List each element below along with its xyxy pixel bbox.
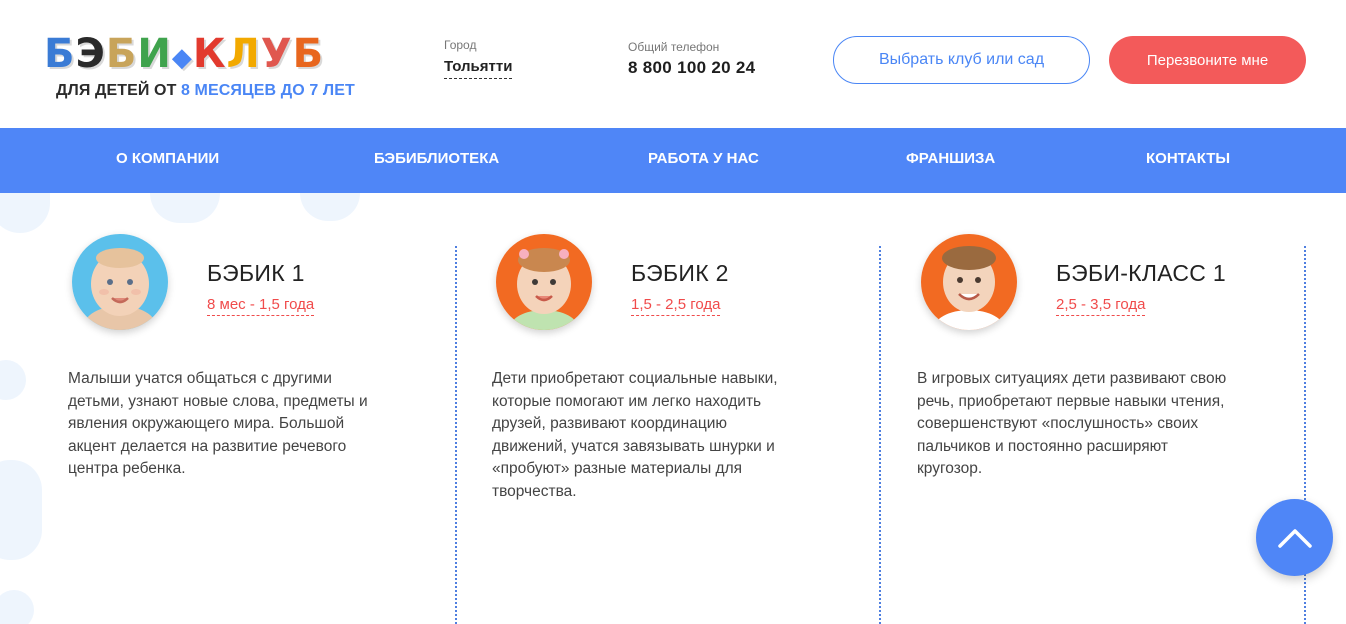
logo-letter: У <box>260 31 292 77</box>
logo-letter: Б <box>105 31 137 77</box>
nav-item-franchise[interactable]: ФРАНШИЗА <box>906 128 995 193</box>
background-decor <box>150 193 220 223</box>
logo-tagline: ДЛЯ ДЕТЕЙ ОТ 8 МЕСЯЦЕВ ДО 7 ЛЕТ <box>56 82 355 100</box>
callback-button[interactable]: Перезвоните мне <box>1109 36 1306 84</box>
logo-letter: Л <box>226 31 260 77</box>
background-decor <box>0 590 34 624</box>
background-decor <box>0 360 26 400</box>
card-description: Малыши учатся общаться с другими детьми,… <box>68 370 368 477</box>
city-selector: Город Тольятти <box>444 38 513 79</box>
logo-letter: Б <box>292 31 324 77</box>
logo[interactable]: Б Э Б И ◆ К Л У Б ДЛЯ ДЕТЕЙ ОТ 8 МЕСЯЦЕВ… <box>44 26 374 106</box>
card-age-range[interactable]: 8 мес - 1,5 года <box>207 296 315 316</box>
city-value[interactable]: Тольятти <box>444 58 513 79</box>
phone-block: Общий телефон 8 800 100 20 24 <box>628 40 755 78</box>
card-title: БЭБИК 2 <box>631 260 729 286</box>
logo-letter: Б <box>44 31 75 77</box>
city-caption: Город <box>444 38 477 52</box>
card-age-range[interactable]: 2,5 - 3,5 года <box>1056 296 1146 316</box>
nav-item-about[interactable]: О КОМПАНИИ <box>116 128 219 193</box>
logo-letter: К <box>192 31 226 77</box>
logo-letter: И <box>137 31 171 77</box>
site-header: Б Э Б И ◆ К Л У Б ДЛЯ ДЕТЕЙ ОТ 8 МЕСЯЦЕВ… <box>0 0 1346 128</box>
card-description: Дети приобретают социальные навыки, кото… <box>492 370 778 500</box>
nav-item-contacts[interactable]: КОНТАКТЫ <box>1146 128 1230 193</box>
scroll-top-button[interactable] <box>1256 499 1333 576</box>
card-description: В игровых ситуациях дети развивают свою … <box>917 370 1227 477</box>
chevron-up-icon <box>1277 528 1312 548</box>
child-photo <box>921 234 1017 330</box>
card-title: БЭБИ-КЛАСС 1 <box>1056 260 1226 286</box>
card-age-range[interactable]: 1,5 - 2,5 года <box>631 296 721 316</box>
child-photo <box>496 234 592 330</box>
logo-letter: ◆ <box>171 43 192 73</box>
phone-caption: Общий телефон <box>628 40 720 54</box>
card-title: БЭБИК 1 <box>207 260 305 286</box>
logo-letter: Э <box>75 31 105 77</box>
logo-tagline-accent: 8 МЕСЯЦЕВ ДО 7 ЛЕТ <box>181 82 355 99</box>
phone-number[interactable]: 8 800 100 20 24 <box>628 58 755 78</box>
logo-tagline-prefix: ДЛЯ ДЕТЕЙ ОТ <box>56 82 181 99</box>
nav-item-library[interactable]: БЭБИБЛИОТЕКА <box>374 128 499 193</box>
main-nav: О КОМПАНИИ БЭБИБЛИОТЕКА РАБОТА У НАС ФРА… <box>0 128 1346 193</box>
logo-wordmark: Б Э Б И ◆ К Л У Б <box>44 26 324 78</box>
background-decor <box>0 460 42 560</box>
choose-club-button[interactable]: Выбрать клуб или сад <box>833 36 1090 84</box>
column-divider <box>455 246 457 624</box>
background-decor <box>0 193 50 233</box>
child-photo <box>72 234 168 330</box>
background-decor <box>300 193 360 221</box>
nav-item-careers[interactable]: РАБОТА У НАС <box>648 128 759 193</box>
column-divider <box>879 246 881 624</box>
